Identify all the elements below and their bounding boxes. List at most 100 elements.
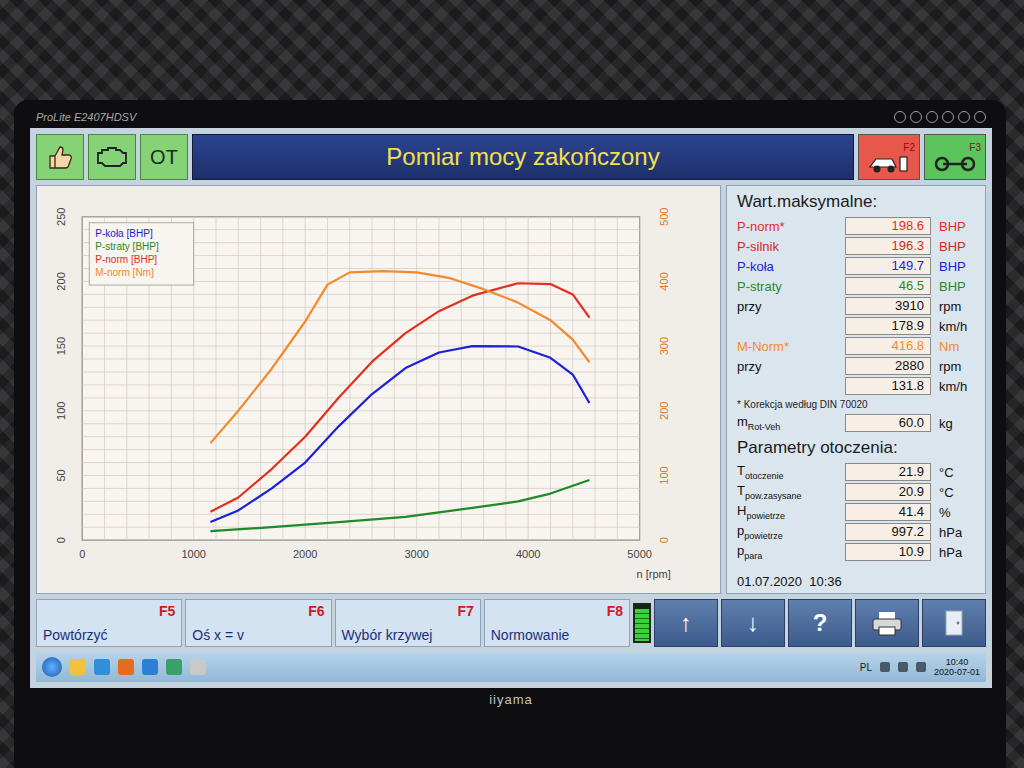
clock[interactable]: 10:40 2020-07-01 xyxy=(934,657,980,678)
max-values-title: Wart.maksymalne: xyxy=(737,192,977,212)
row-unit: rpm xyxy=(939,299,977,314)
row-label: P-koła xyxy=(737,259,837,274)
grid-line xyxy=(82,423,639,424)
status-title: Pomiar mocy zakończony xyxy=(192,134,854,180)
key-label: F8 xyxy=(607,603,623,619)
meter-fill xyxy=(635,609,649,641)
right-y-tick: 200 xyxy=(658,402,670,420)
chart-canvas: 010002000300040005000n [rpm]050100150200… xyxy=(37,186,720,593)
tray-icon[interactable] xyxy=(880,662,890,672)
nav-button[interactable]: ↑ xyxy=(654,599,718,647)
grid-line xyxy=(639,217,640,540)
function-key-button[interactable]: Normowanie F8 xyxy=(484,599,630,647)
grid-line xyxy=(82,216,639,217)
thumbs-up-icon xyxy=(45,142,75,172)
monitor-button-icon[interactable] xyxy=(958,111,970,123)
row-unit: Nm xyxy=(939,339,977,354)
plot-area xyxy=(82,217,639,540)
key-label: F5 xyxy=(159,603,175,619)
start-button-icon[interactable] xyxy=(42,657,62,677)
x-tick: 0 xyxy=(79,548,85,560)
taskbar-app-icon[interactable] xyxy=(190,659,206,675)
row-label: P-straty xyxy=(737,279,837,294)
series-line xyxy=(210,271,589,443)
grid-line xyxy=(82,359,639,360)
nav-button[interactable] xyxy=(855,599,919,647)
button-glyph: ↑ xyxy=(680,609,692,637)
grid-line xyxy=(282,217,283,540)
printer-icon xyxy=(870,609,904,637)
grid-line xyxy=(327,217,328,540)
ot-button[interactable]: OT xyxy=(140,134,188,180)
function-key-button[interactable]: F3 xyxy=(924,134,986,180)
function-key-button[interactable]: Wybór krzywej F7 xyxy=(335,599,481,647)
taskbar-app-icon[interactable] xyxy=(118,659,134,675)
key-label: F3 xyxy=(969,142,985,153)
row-unit: hPa xyxy=(939,525,977,540)
grid-line xyxy=(595,217,596,540)
row-value: 178.9 xyxy=(845,317,931,335)
legend-item: M-norm [Nm] xyxy=(95,267,154,278)
left-y-tick: 0 xyxy=(55,537,67,543)
grid-line xyxy=(550,217,551,540)
x-tick: 4000 xyxy=(516,548,541,560)
monitor-top-bezel: ProLite E2407HDSV xyxy=(30,106,992,128)
legend-box xyxy=(89,223,193,285)
grid-line xyxy=(82,397,639,398)
max-value-row: P-straty 46.5 BHP xyxy=(737,277,977,295)
nav-button[interactable] xyxy=(922,599,986,647)
monitor-button-icon[interactable] xyxy=(910,111,922,123)
row-unit: % xyxy=(939,505,977,520)
monitor-button-icon[interactable] xyxy=(942,111,954,123)
taskbar-app-icon[interactable] xyxy=(142,659,158,675)
nav-button[interactable]: ? xyxy=(788,599,852,647)
row-unit: BHP xyxy=(939,279,977,294)
axle-icon xyxy=(933,153,977,175)
row-value: 131.8 xyxy=(845,377,931,395)
row-value: 198.6 xyxy=(845,217,931,235)
max-value-row: 178.9 km/h xyxy=(737,317,977,335)
row-value: 416.8 xyxy=(845,337,931,355)
language-indicator[interactable]: PL xyxy=(860,662,872,673)
monitor-button-icon[interactable] xyxy=(926,111,938,123)
row-label: Hpowietrze xyxy=(737,503,837,521)
function-key-button[interactable]: F2 xyxy=(858,134,920,180)
row-label: mRot-Veh xyxy=(737,414,837,432)
monitor-button-icon[interactable] xyxy=(894,111,906,123)
legend-item: P-norm [BHP] xyxy=(95,254,157,265)
grid-line xyxy=(238,217,239,540)
grid xyxy=(82,217,639,540)
left-y-tick: 100 xyxy=(55,402,67,420)
row-unit: BHP xyxy=(939,259,977,274)
right-y-tick: 500 xyxy=(658,208,670,226)
ok-button[interactable] xyxy=(36,134,84,180)
taskbar-app-icon[interactable] xyxy=(166,659,182,675)
ambient-row: Tpow.zasysane 20.9 °C xyxy=(737,483,977,501)
left-y-tick: 250 xyxy=(55,208,67,226)
row-value: 46.5 xyxy=(845,277,931,295)
taskbar-app-icon[interactable] xyxy=(94,659,110,675)
ambient-row: Totoczenie 21.9 °C xyxy=(737,463,977,481)
grid-line xyxy=(82,320,639,321)
taskbar-app-icon[interactable] xyxy=(70,659,86,675)
grid-line xyxy=(483,217,484,540)
function-key-button[interactable]: Oś x = v F6 xyxy=(185,599,331,647)
tray-icon[interactable] xyxy=(916,662,926,672)
button-label: Normowanie xyxy=(491,628,570,643)
nav-button[interactable]: ↓ xyxy=(721,599,785,647)
clock-date: 2020-07-01 xyxy=(934,667,980,677)
function-key-button[interactable]: Powtórzyć F5 xyxy=(36,599,182,647)
grid-line xyxy=(82,346,639,347)
engine-button[interactable] xyxy=(88,134,136,180)
max-value-row: przy 2880 rpm xyxy=(737,357,977,375)
series-line xyxy=(210,480,589,531)
monitor-model: ProLite E2407HDSV xyxy=(36,111,136,123)
row-unit: hPa xyxy=(939,545,977,560)
row-value: 10.9 xyxy=(845,543,931,561)
monitor-button-icon[interactable] xyxy=(974,111,986,123)
tray-icon[interactable] xyxy=(898,662,908,672)
max-value-row: 131.8 km/h xyxy=(737,377,977,395)
correction-note: * Korekcja według DIN 70020 xyxy=(737,399,977,410)
grid-line xyxy=(82,488,639,489)
button-label: Oś x = v xyxy=(192,628,244,643)
